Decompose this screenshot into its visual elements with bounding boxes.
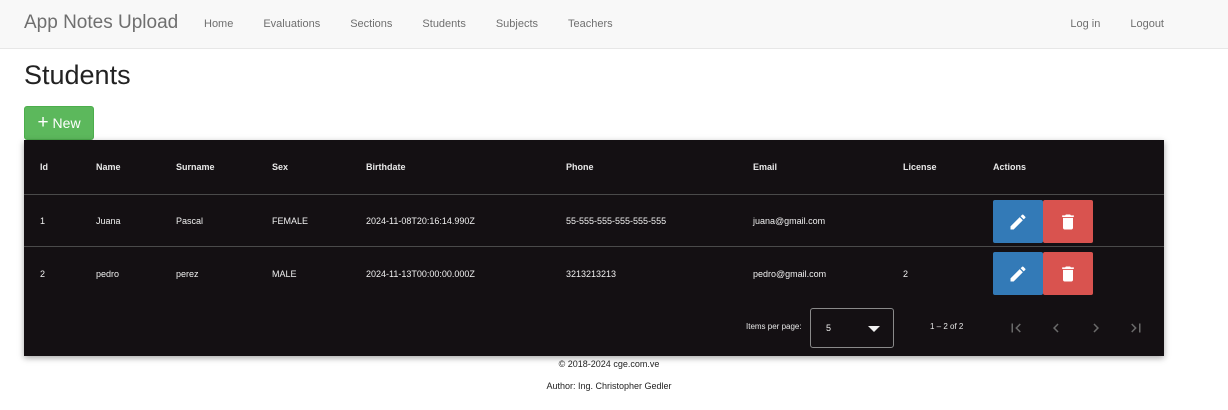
cell-sex: FEMALE [272, 216, 309, 226]
plus-icon: + [37, 111, 49, 133]
nav-home[interactable]: Home [204, 18, 233, 30]
column-header-license: License [903, 162, 937, 172]
column-header-surname: Surname [176, 162, 215, 172]
nav-right-links: Log in Logout [1040, 18, 1164, 30]
cell-surname: Pascal [176, 216, 204, 226]
nav-evaluations[interactable]: Evaluations [263, 18, 320, 30]
pencil-icon [1010, 213, 1026, 229]
page-range-label: 1 – 2 of 2 [930, 322, 964, 331]
nav-links: Home Evaluations Sections Students Subje… [204, 18, 643, 30]
nav-students[interactable]: Students [422, 18, 465, 30]
items-per-page-label: Items per page: [746, 322, 802, 331]
column-header-phone: Phone [566, 162, 594, 172]
cell-name: pedro [96, 268, 120, 279]
pencil-icon [1010, 265, 1026, 281]
navbar: App Notes Upload Home Evaluations Sectio… [0, 0, 1228, 49]
first-page-icon [1011, 323, 1021, 333]
nav-logout[interactable]: Logout [1130, 18, 1164, 30]
cell-email: juana@gmail.com [753, 216, 826, 226]
delete-button[interactable] [1043, 200, 1093, 243]
page-title: Students [24, 60, 131, 90]
column-header-actions: Actions [993, 162, 1027, 172]
items-per-page-value: 5 [826, 323, 832, 333]
table-row: 2 pedro perez MALE 2024-11-13T00:00:00.0… [24, 248, 1164, 299]
nav-login[interactable]: Log in [1070, 18, 1100, 30]
delete-button[interactable] [1043, 252, 1093, 295]
next-page-button[interactable] [1084, 314, 1108, 342]
cell-id: 1 [40, 216, 46, 226]
nav-subjects[interactable]: Subjects [496, 18, 538, 30]
nav-sections[interactable]: Sections [350, 18, 392, 30]
first-page-button[interactable] [1004, 314, 1028, 342]
cell-email: pedro@gmail.com [753, 268, 827, 279]
students-table: Id Name Surname Sex Birthdate Phone Emai… [24, 140, 1164, 356]
new-student-button[interactable]: + New [24, 106, 94, 140]
edit-button[interactable] [993, 252, 1043, 295]
cell-birthdate: 2024-11-08T20:16:14.990Z [366, 216, 475, 226]
brand[interactable]: App Notes Upload [24, 12, 178, 34]
chevron-right-icon [1093, 323, 1099, 333]
edit-button[interactable] [993, 200, 1043, 243]
chevron-left-icon [1053, 323, 1059, 333]
column-header-birthdate: Birthdate [366, 162, 406, 172]
dropdown-caret-icon [868, 326, 880, 332]
column-header-name: Name [96, 162, 121, 172]
items-per-page-select[interactable]: 5 [810, 308, 894, 348]
last-page-icon [1131, 323, 1141, 333]
cell-phone: 3213213213 [566, 268, 617, 279]
previous-page-button[interactable] [1044, 314, 1068, 342]
cell-surname: perez [176, 268, 199, 279]
cell-id: 2 [40, 268, 46, 279]
footer-author: Author: Ing. Christopher Gedler [546, 381, 672, 391]
trash-icon [1062, 266, 1074, 281]
column-header-sex: Sex [272, 162, 289, 172]
column-header-id: Id [40, 162, 48, 172]
table-header: Id Name Surname Sex Birthdate Phone Emai… [24, 140, 1164, 195]
column-header-email: Email [753, 162, 778, 172]
cell-birthdate: 2024-11-13T00:00:00.000Z [366, 268, 475, 279]
nav-teachers[interactable]: Teachers [568, 18, 613, 30]
trash-icon [1062, 214, 1074, 229]
cell-license: 2 [903, 268, 909, 279]
cell-name: Juana [96, 216, 121, 226]
cell-phone: 55-555-555-555-555-555 [566, 216, 667, 226]
table-row: 1 Juana Pascal FEMALE 2024-11-08T20:16:1… [24, 196, 1164, 247]
new-button-label: New [52, 115, 81, 131]
cell-sex: MALE [272, 268, 297, 279]
paginator: Items per page: 5 1 – 2 of 2 [24, 300, 1164, 356]
last-page-button[interactable] [1124, 314, 1148, 342]
footer-copyright: © 2018-2024 cge.com.ve [558, 359, 660, 369]
